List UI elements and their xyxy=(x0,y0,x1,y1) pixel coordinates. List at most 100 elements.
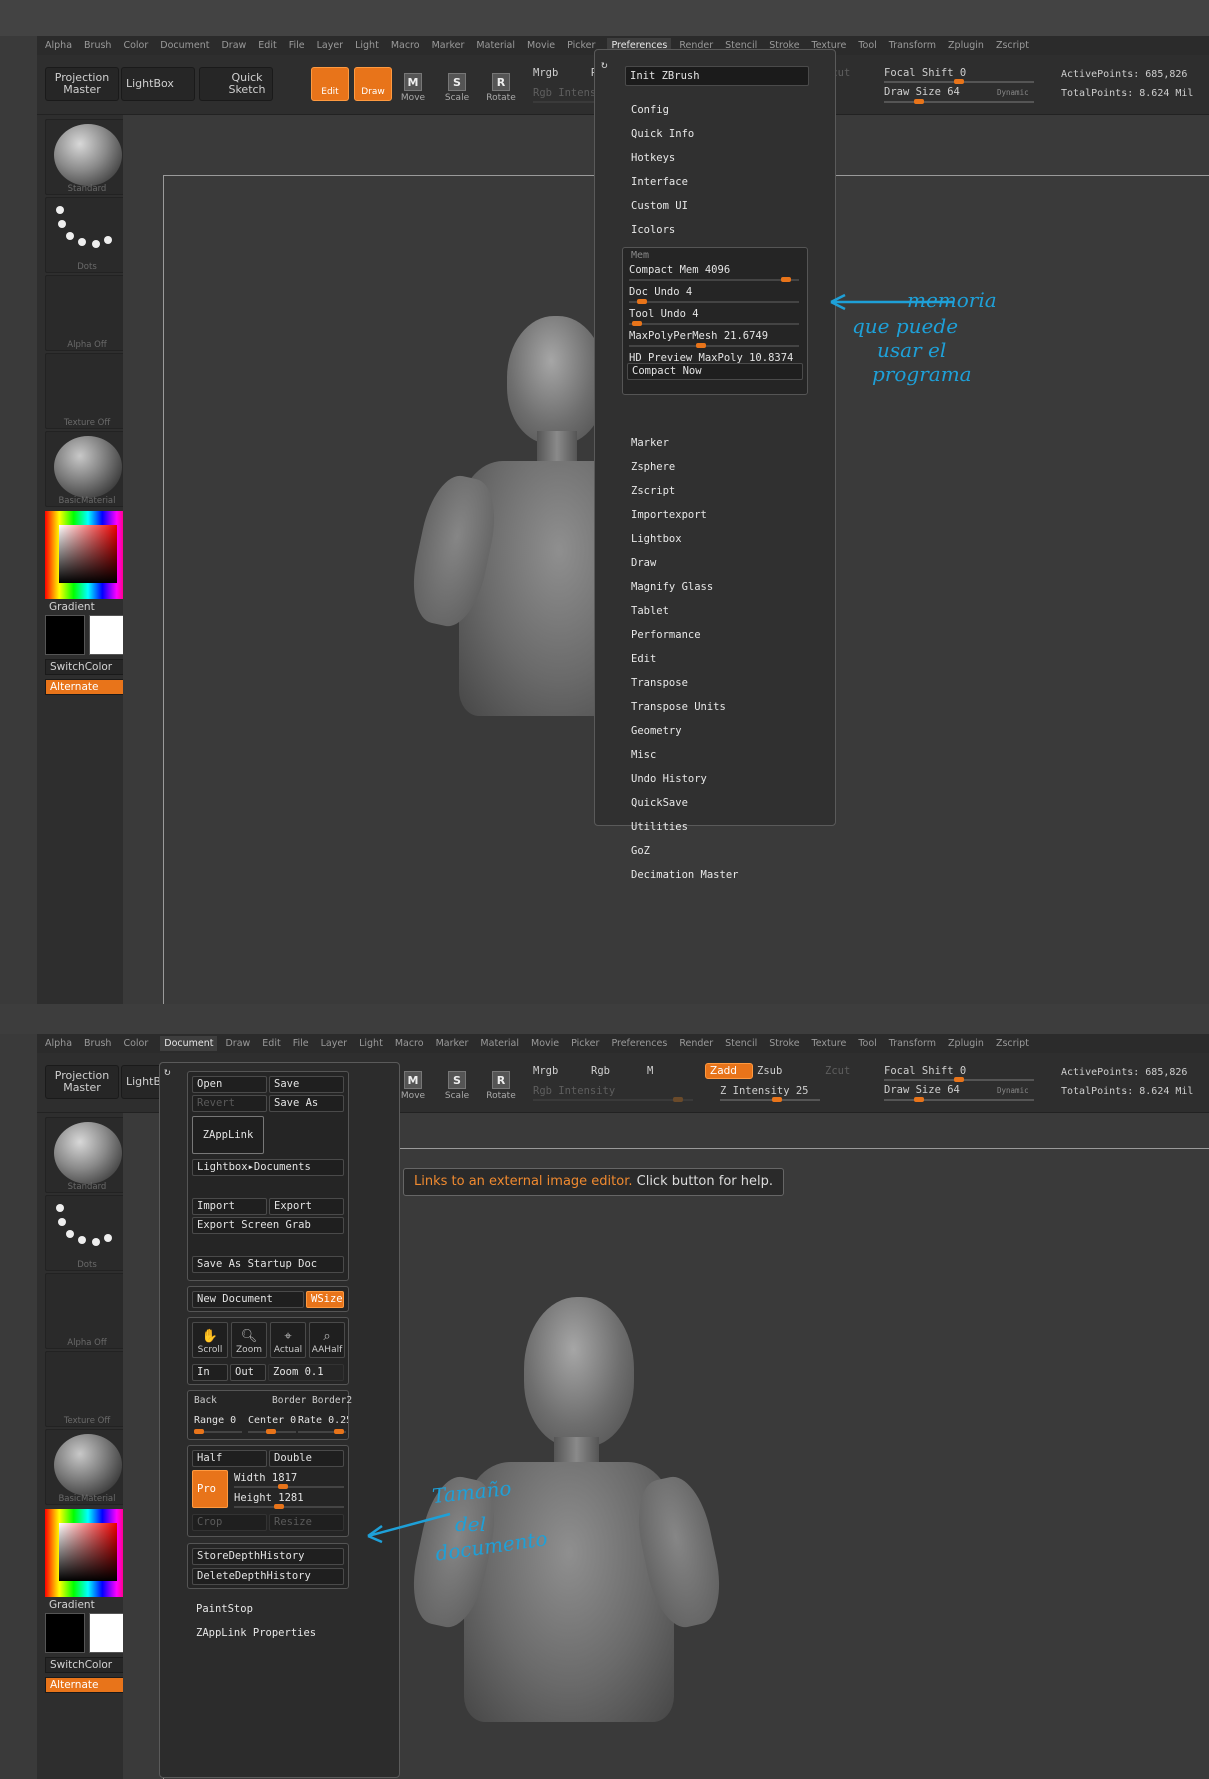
projection-master-button[interactable]: Projection Master xyxy=(45,67,119,101)
rgb-button[interactable]: Rgb xyxy=(591,1065,610,1077)
menu-item-paintstop[interactable]: PaintStop xyxy=(196,1603,253,1615)
material-thumbnail[interactable]: BasicMaterial xyxy=(45,431,129,507)
focal-shift-track[interactable] xyxy=(884,1077,1034,1082)
menu-item-icolors[interactable]: Icolors xyxy=(631,224,675,236)
menu-draw[interactable]: Draw xyxy=(225,1038,250,1049)
lightbox-documents-button[interactable]: Lightbox▸Documents xyxy=(192,1159,344,1176)
height-slider-label[interactable]: Height 1281 xyxy=(234,1492,304,1504)
menu-picker[interactable]: Picker xyxy=(571,1038,599,1049)
switch-color-button[interactable]: SwitchColor xyxy=(45,1657,129,1673)
menu-tool[interactable]: Tool xyxy=(858,40,876,51)
menu-edit[interactable]: Edit xyxy=(262,1038,280,1049)
menu-color[interactable]: Color xyxy=(123,1038,148,1049)
draw-size-track[interactable] xyxy=(884,99,1034,104)
menu-transform[interactable]: Transform xyxy=(889,1038,936,1049)
zsub-button[interactable]: Zsub xyxy=(757,1065,782,1077)
scroll-icon[interactable]: ✋ Scroll xyxy=(192,1322,228,1358)
wsize-button[interactable]: WSize xyxy=(306,1291,344,1308)
mem-slider[interactable] xyxy=(629,299,799,304)
zoom-in-button[interactable]: In xyxy=(192,1364,228,1381)
alternate-button[interactable]: Alternate xyxy=(45,679,129,695)
mem-slider[interactable] xyxy=(629,343,799,348)
mrgb-button[interactable]: Mrgb xyxy=(533,67,558,79)
menu-marker[interactable]: Marker xyxy=(432,40,465,51)
alpha-thumbnail[interactable]: Alpha Off xyxy=(45,275,129,351)
menu-item-transpose[interactable]: Transpose xyxy=(631,677,688,689)
center-slider[interactable] xyxy=(248,1429,296,1434)
menu-layer[interactable]: Layer xyxy=(321,1038,348,1049)
dynamic-toggle[interactable]: Dynamic xyxy=(997,88,1029,97)
stroke-thumbnail[interactable]: Dots xyxy=(45,1195,129,1271)
store-depth-history-button[interactable]: StoreDepthHistory xyxy=(192,1548,344,1565)
menu-zscript[interactable]: Zscript xyxy=(996,1038,1029,1049)
refresh-icon[interactable]: ↻ xyxy=(164,1065,171,1078)
menu-brush[interactable]: Brush xyxy=(84,40,111,51)
texture-thumbnail[interactable]: Texture Off xyxy=(45,1351,129,1427)
move-icon[interactable]: M Move xyxy=(395,1061,431,1101)
menu-item-interface[interactable]: Interface xyxy=(631,176,688,188)
init-zbrush-button[interactable]: Init ZBrush xyxy=(625,66,809,86)
rgb-intensity-slider[interactable]: Rgb Intensity xyxy=(533,1085,615,1097)
primary-color-swatch[interactable] xyxy=(45,1613,85,1653)
menu-item-zscript[interactable]: Zscript xyxy=(631,485,675,497)
menu-item-decimation-master[interactable]: Decimation Master xyxy=(631,869,738,881)
width-slider-label[interactable]: Width 1817 xyxy=(234,1472,297,1484)
menu-preferences[interactable]: Preferences xyxy=(611,1038,667,1049)
menu-file[interactable]: File xyxy=(293,1038,309,1049)
menu-item-magnify-glass[interactable]: Magnify Glass xyxy=(631,581,713,593)
open-button[interactable]: Open xyxy=(192,1076,267,1093)
height-slider[interactable] xyxy=(234,1504,344,1509)
menu-item-lightbox[interactable]: Lightbox xyxy=(631,533,682,545)
dynamic-toggle[interactable]: Dynamic xyxy=(997,1086,1029,1095)
slider-knob[interactable] xyxy=(781,277,791,282)
menu-render[interactable]: Render xyxy=(679,1038,713,1049)
mem-slider-label[interactable]: Doc Undo 4 xyxy=(629,286,692,298)
mrgb-button[interactable]: Mrgb xyxy=(533,1065,558,1077)
menu-zplugin[interactable]: Zplugin xyxy=(948,1038,984,1049)
menu-item-utilities[interactable]: Utilities xyxy=(631,821,688,833)
menu-item-importexport[interactable]: Importexport xyxy=(631,509,707,521)
actual-icon[interactable]: ⌖ Actual xyxy=(270,1322,306,1358)
brush-thumbnail[interactable]: Standard xyxy=(45,119,129,195)
menu-item-zsphere[interactable]: Zsphere xyxy=(631,461,675,473)
color-picker[interactable] xyxy=(45,511,131,599)
menu-item-edit[interactable]: Edit xyxy=(631,653,656,665)
scale-icon[interactable]: S Scale xyxy=(439,1061,475,1101)
delete-depth-history-button[interactable]: DeleteDepthHistory xyxy=(192,1568,344,1585)
slider-knob[interactable] xyxy=(637,299,647,304)
menu-item-custom-ui[interactable]: Custom UI xyxy=(631,200,688,212)
rate-slider[interactable] xyxy=(298,1429,346,1434)
rotate-icon[interactable]: R Rotate xyxy=(483,63,519,103)
menu-item-misc[interactable]: Misc xyxy=(631,749,656,761)
menu-edit[interactable]: Edit xyxy=(258,40,276,51)
z-intensity-track[interactable] xyxy=(720,1097,820,1102)
menu-alpha[interactable]: Alpha xyxy=(45,1038,72,1049)
alpha-thumbnail[interactable]: Alpha Off xyxy=(45,1273,129,1349)
texture-thumbnail[interactable]: Texture Off xyxy=(45,353,129,429)
back-label[interactable]: Back xyxy=(194,1395,217,1406)
menu-item-undo-history[interactable]: Undo History xyxy=(631,773,707,785)
range-slider[interactable] xyxy=(194,1429,242,1434)
draw-size-slider[interactable]: Draw Size 64 xyxy=(884,86,960,98)
projection-master-button[interactable]: Projection Master xyxy=(45,1065,119,1099)
mem-slider-label[interactable]: MaxPolyPerMesh 21.6749 xyxy=(629,330,768,342)
scale-icon[interactable]: S Scale xyxy=(439,63,475,103)
focal-shift-slider[interactable]: Focal Shift 0 xyxy=(884,1065,966,1077)
export-screen-grab-button[interactable]: Export Screen Grab xyxy=(192,1217,344,1234)
menu-item-hotkeys[interactable]: Hotkeys xyxy=(631,152,675,164)
rotate-icon[interactable]: R Rotate xyxy=(483,1061,519,1101)
menu-color[interactable]: Color xyxy=(123,40,148,51)
menu-light[interactable]: Light xyxy=(359,1038,383,1049)
crop-button[interactable]: Crop xyxy=(192,1514,267,1531)
mem-slider[interactable] xyxy=(629,321,799,326)
menu-tool[interactable]: Tool xyxy=(858,1038,876,1049)
double-button[interactable]: Double xyxy=(269,1450,344,1467)
draw-button[interactable]: Draw xyxy=(354,67,392,101)
menu-item-transpose-units[interactable]: Transpose Units xyxy=(631,701,726,713)
aahalf-icon[interactable]: ⌕ AAHalf xyxy=(309,1322,345,1358)
menu-item-draw[interactable]: Draw xyxy=(631,557,656,569)
primary-color-swatch[interactable] xyxy=(45,615,85,655)
range-slider-label[interactable]: Range 0 xyxy=(194,1415,236,1426)
lightbox-button[interactable]: LightBox xyxy=(121,67,195,101)
menu-item-quick-info[interactable]: Quick Info xyxy=(631,128,694,140)
